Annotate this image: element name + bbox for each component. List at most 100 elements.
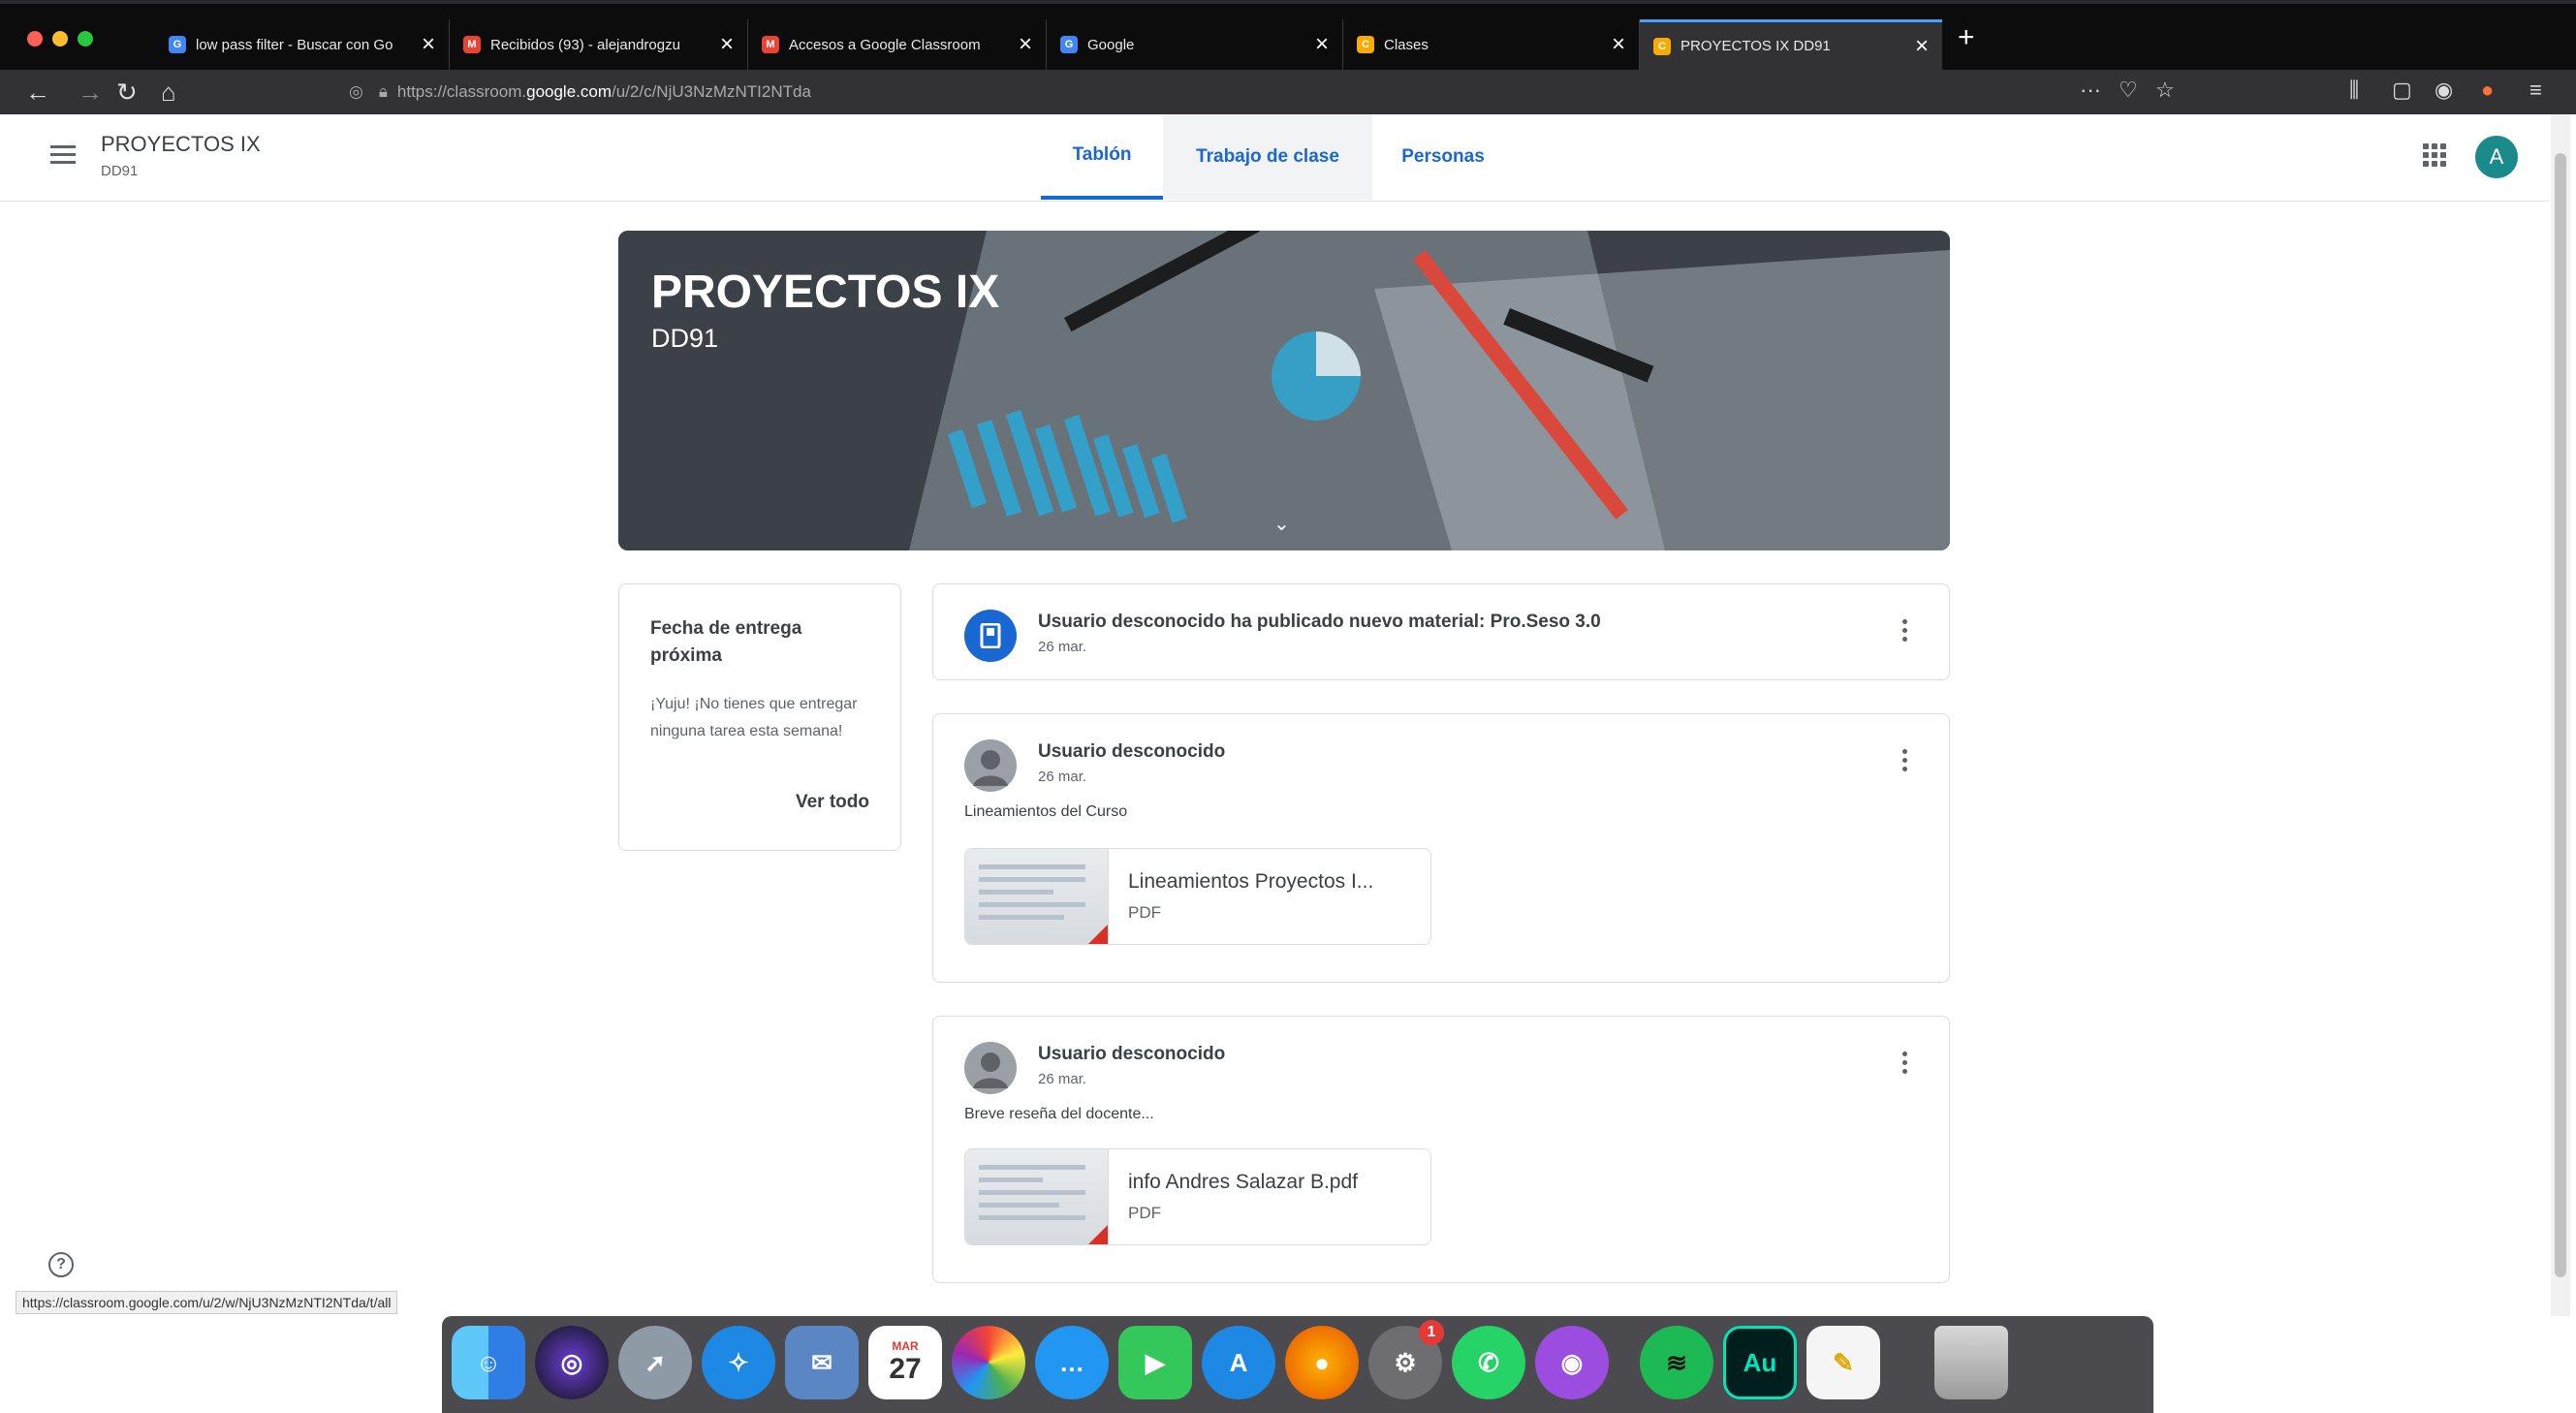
app-store-icon[interactable]: A	[1202, 1326, 1275, 1399]
forward-icon[interactable]: →	[78, 78, 103, 107]
pages-icon[interactable]: ✎	[1806, 1326, 1880, 1399]
minimize-window-button[interactable]	[52, 31, 68, 47]
chevron-down-icon[interactable]: ⌄	[1273, 512, 1290, 536]
post-body: Breve reseña del docente...	[964, 1106, 1154, 1122]
post-date: 26 mar.	[1038, 639, 1087, 655]
shield-icon: ◎	[349, 82, 363, 101]
pocket-icon[interactable]: ♡	[2119, 78, 2138, 103]
calendar-icon[interactable]: MAR 27	[868, 1326, 942, 1399]
launchpad-icon[interactable]: ➚	[618, 1326, 692, 1399]
system-preferences-icon[interactable]: ⚙ 1	[1368, 1320, 1444, 1399]
avatar[interactable]: A	[2475, 136, 2518, 178]
class-banner: PROYECTOS IX DD91 ⌄	[618, 231, 1950, 550]
zoom-window-button[interactable]	[78, 31, 93, 47]
more-options-icon[interactable]	[1902, 619, 1908, 642]
classroom-icon: C	[1653, 37, 1671, 55]
macos-dock: ☺ ◎ ➚ ✧ ✉ MAR 27 … ▶ A ● ⚙ 1 ✆ ◉ ≋ Au ✎	[442, 1316, 2153, 1413]
stream-post: Usuario desconocido 26 mar. Lineamientos…	[932, 713, 1950, 983]
url-bar[interactable]: ◎ 🔒︎ https://classroom. google.com/u/2/c/…	[349, 76, 2190, 109]
close-tab-icon[interactable]: ×	[1019, 31, 1032, 58]
close-window-button[interactable]	[27, 31, 43, 47]
tab-personas[interactable]: Personas	[1372, 114, 1514, 200]
classroom-icon: C	[1357, 36, 1374, 53]
siri-icon[interactable]: ◎	[535, 1326, 609, 1399]
attachment-title: info Andres Salazar B.pdf	[1128, 1171, 1358, 1193]
banner-subtitle: DD91	[651, 324, 719, 353]
facetime-icon[interactable]: ▶	[1118, 1326, 1192, 1399]
home-icon[interactable]: ⌂	[161, 78, 176, 107]
status-url: https://classroom.google.com/u/2/w/NjU3N…	[16, 1291, 398, 1314]
page-scrollbar[interactable]	[2551, 114, 2570, 1316]
audition-icon[interactable]: Au	[1723, 1326, 1797, 1399]
tab-trabajo-de-clase[interactable]: Trabajo de clase	[1163, 114, 1372, 200]
gmail-icon: M	[463, 36, 481, 53]
back-icon[interactable]: ←	[25, 78, 50, 107]
post-title: Usuario desconocido ha publicado nuevo m…	[1038, 612, 1601, 632]
user-avatar-icon	[964, 1042, 1017, 1094]
safari-icon[interactable]: ✧	[702, 1326, 775, 1399]
pdf-icon	[1086, 1225, 1108, 1244]
whatsapp-icon[interactable]: ✆	[1452, 1326, 1525, 1399]
tab-tablon[interactable]: Tablón	[1041, 114, 1163, 200]
close-tab-icon[interactable]: ×	[1315, 31, 1329, 58]
main-menu-icon[interactable]	[50, 145, 76, 165]
gmail-icon: M	[762, 36, 779, 53]
browser-tab[interactable]: M Recibidos (93) - alejandrogzu ×	[450, 19, 748, 70]
lock-icon: 🔒︎	[378, 82, 388, 101]
browser-tab[interactable]: G Google ×	[1047, 19, 1343, 70]
browser-tab[interactable]: M Accesos a Google Classroom ×	[748, 19, 1047, 70]
calendar-month: MAR	[892, 1339, 919, 1353]
bookmark-star-icon[interactable]: ☆	[2155, 78, 2175, 103]
pdf-thumbnail	[965, 1149, 1109, 1244]
firefox-icon[interactable]: ●	[1285, 1326, 1359, 1399]
spotify-icon[interactable]: ≋	[1640, 1326, 1713, 1399]
browser-toolbar: ← → ↻ ⌂ ◎ 🔒︎ https://classroom. google.co…	[0, 70, 2576, 114]
finder-icon[interactable]: ☺	[452, 1326, 525, 1399]
library-icon[interactable]: ⫼	[2349, 78, 2359, 103]
pdf-attachment[interactable]: Lineamientos Proyectos I... PDF	[964, 848, 1431, 945]
more-options-icon[interactable]	[1902, 1052, 1908, 1074]
calendar-day: 27	[889, 1353, 922, 1385]
upcoming-title: Fecha de entrega próxima	[650, 618, 802, 666]
material-icon	[964, 610, 1017, 662]
attachment-type: PDF	[1128, 1204, 1161, 1222]
close-tab-icon[interactable]: ×	[720, 31, 734, 58]
new-tab-icon[interactable]: +	[1958, 21, 1975, 54]
more-options-icon[interactable]	[1902, 749, 1908, 771]
reload-icon[interactable]: ↻	[116, 78, 138, 107]
stream-post[interactable]: Usuario desconocido ha publicado nuevo m…	[932, 583, 1950, 680]
close-tab-icon[interactable]: ×	[1612, 31, 1625, 58]
class-title[interactable]: PROYECTOS IX	[101, 132, 261, 157]
pdf-attachment[interactable]: info Andres Salazar B.pdf PDF	[964, 1148, 1431, 1245]
photos-icon[interactable]	[952, 1326, 1025, 1399]
pdf-icon	[1086, 925, 1108, 944]
messages-icon[interactable]: …	[1035, 1326, 1109, 1399]
page-actions-icon[interactable]: ···	[2080, 78, 2101, 103]
podcasts-icon[interactable]: ◉	[1535, 1326, 1609, 1399]
mail-icon[interactable]: ✉	[785, 1326, 859, 1399]
sidebar-icon[interactable]: ▢	[2392, 78, 2412, 103]
close-tab-icon[interactable]: ×	[422, 31, 435, 58]
attachment-title: Lineamientos Proyectos I...	[1128, 870, 1374, 893]
post-author: Usuario desconocido	[1038, 1044, 1226, 1064]
attachment-type: PDF	[1128, 903, 1161, 922]
post-date: 26 mar.	[1038, 1071, 1087, 1087]
google-icon: G	[1060, 36, 1078, 53]
extension-icon[interactable]: ●	[2481, 78, 2494, 103]
post-date: 26 mar.	[1038, 769, 1087, 785]
account-icon[interactable]: ◉	[2435, 78, 2453, 103]
trash-icon[interactable]	[1934, 1326, 2008, 1399]
audition-label: Au	[1743, 1347, 1777, 1377]
view-all-link[interactable]: Ver todo	[796, 792, 869, 813]
browser-tab[interactable]: G low pass filter - Buscar con Go ×	[155, 19, 450, 70]
google-apps-icon[interactable]	[2423, 143, 2446, 167]
browser-tab-active[interactable]: C PROYECTOS IX DD91 ×	[1640, 19, 1942, 70]
help-icon[interactable]: ?	[48, 1252, 74, 1277]
hamburger-menu-icon[interactable]: ≡	[2529, 78, 2542, 103]
classroom-header: PROYECTOS IX DD91 Tablón Trabajo de clas…	[0, 114, 2549, 202]
close-tab-icon[interactable]: ×	[1915, 33, 1929, 60]
scrollbar-thumb[interactable]	[2555, 153, 2566, 1277]
pdf-thumbnail	[965, 849, 1109, 944]
upcoming-message: ¡Yuju! ¡No tienes que entregar ninguna t…	[650, 696, 858, 739]
browser-tab[interactable]: C Clases ×	[1343, 19, 1640, 70]
